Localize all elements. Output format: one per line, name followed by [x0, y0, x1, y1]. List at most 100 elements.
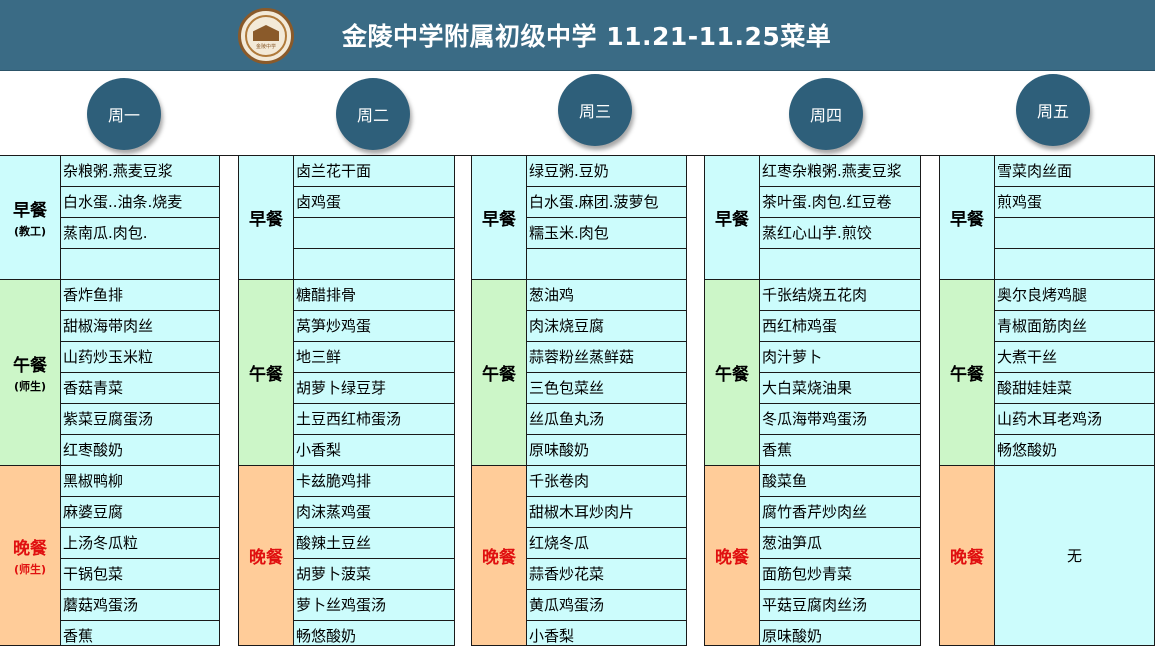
dish-cell: 千张结烧五花肉 [760, 280, 921, 311]
dish-cell: 香蕉 [760, 435, 921, 466]
dish-cell: 小香梨 [294, 435, 455, 466]
dish-cell: 小香梨 [527, 621, 687, 646]
dinner-label-cell: 晚餐 (师生) [0, 466, 61, 646]
dish-cell: 卤兰花干面 [294, 156, 455, 187]
school-logo: 金陵中学 [238, 8, 294, 64]
dish-cell: 卤鸡蛋 [294, 187, 455, 218]
breakfast-label: 早餐 [950, 210, 984, 230]
dish-cell: 葱油笋瓜 [760, 528, 921, 559]
dish-cell: 茶叶蛋.肉包.红豆卷 [760, 187, 921, 218]
lunch-label: 午餐 [950, 365, 984, 385]
lunch-sublabel: (师生) [13, 380, 47, 393]
dish-cell: 蒸南瓜.肉包. [61, 218, 220, 249]
dish-cell: 原味酸奶 [760, 621, 921, 646]
dish-cell: 土豆西红柿蛋汤 [294, 404, 455, 435]
dish-cell: 腐竹香芹炒肉丝 [760, 497, 921, 528]
lunch-label-cell: 午餐 [705, 280, 760, 466]
dish-cell: 红烧冬瓜 [527, 528, 687, 559]
lunch-label: 午餐 [482, 365, 516, 385]
dish-cell: 甜椒海带肉丝 [61, 311, 220, 342]
dish-cell: 蒜蓉粉丝蒸鲜菇 [527, 342, 687, 373]
dinner-sublabel: (师生) [13, 563, 47, 576]
lunch-label: 午餐 [249, 365, 283, 385]
dish-cell: 蒸红心山芋.煎饺 [760, 218, 921, 249]
day-header-5: 周五 [1016, 74, 1090, 146]
dish-cell: 畅悠酸奶 [995, 435, 1155, 466]
dish-cell: 甜椒木耳炒肉片 [527, 497, 687, 528]
dish-cell: 畅悠酸奶 [294, 621, 455, 646]
dish-cell: 大白菜烧油果 [760, 373, 921, 404]
dish-cell: 上汤冬瓜粒 [61, 528, 220, 559]
logo-text: 金陵中学 [255, 44, 276, 50]
dish-cell: 蘑菇鸡蛋汤 [61, 590, 220, 621]
dinner-label-cell: 晚餐 [705, 466, 760, 646]
dish-cell: 雪菜肉丝面 [995, 156, 1155, 187]
dinner-label: 晚餐 [715, 548, 749, 568]
dish-cell: 糯玉米.肉包 [527, 218, 687, 249]
dish-cell: 地三鲜 [294, 342, 455, 373]
dish-cell: 胡萝卜绿豆芽 [294, 373, 455, 404]
dish-cell: 奥尔良烤鸡腿 [995, 280, 1155, 311]
dinner-label-cell: 晚餐 [472, 466, 527, 646]
dish-cell: 三色包菜丝 [527, 373, 687, 404]
dish-cell: 卡兹脆鸡排 [294, 466, 455, 497]
breakfast-label-cell: 早餐 [940, 156, 995, 280]
breakfast-label: 早餐 [249, 210, 283, 230]
breakfast-label-cell: 早餐 [705, 156, 760, 280]
day-header-4: 周四 [789, 78, 863, 150]
dish-cell: 绿豆粥.豆奶 [527, 156, 687, 187]
dish-cell [995, 218, 1155, 249]
dinner-label-cell: 晚餐 [239, 466, 294, 646]
dish-cell: 肉沫蒸鸡蛋 [294, 497, 455, 528]
dish-cell [760, 249, 921, 280]
dish-cell: 山药木耳老鸡汤 [995, 404, 1155, 435]
dish-cell: 丝瓜鱼丸汤 [527, 404, 687, 435]
dish-cell: 杂粮粥.燕麦豆浆 [61, 156, 220, 187]
dish-cell: 青椒面筋肉丝 [995, 311, 1155, 342]
dish-cell: 葱油鸡 [527, 280, 687, 311]
dish-cell: 麻婆豆腐 [61, 497, 220, 528]
dish-cell: 酸辣土豆丝 [294, 528, 455, 559]
dish-cell: 蒜香炒花菜 [527, 559, 687, 590]
dish-cell: 煎鸡蛋 [995, 187, 1155, 218]
dinner-label: 晚餐 [13, 539, 47, 559]
header-banner: 金陵中学 金陵中学附属初级中学 11.21-11.25菜单 [0, 0, 1155, 71]
dish-cell [527, 249, 687, 280]
dish-cell: 红枣杂粮粥.燕麦豆浆 [760, 156, 921, 187]
dish-cell: 千张卷肉 [527, 466, 687, 497]
dish-cell: 香蕉 [61, 621, 220, 646]
dish-cell: 酸甜娃娃菜 [995, 373, 1155, 404]
day-header-2: 周二 [336, 78, 410, 150]
lunch-label: 午餐 [715, 365, 749, 385]
dish-cell: 糖醋排骨 [294, 280, 455, 311]
dish-cell: 冬瓜海带鸡蛋汤 [760, 404, 921, 435]
day-header-1: 周一 [87, 78, 161, 150]
dish-cell: 紫菜豆腐蛋汤 [61, 404, 220, 435]
dish-cell: 原味酸奶 [527, 435, 687, 466]
breakfast-label: 早餐 [715, 210, 749, 230]
dish-cell: 山药炒玉米粒 [61, 342, 220, 373]
dish-cell: 大煮干丝 [995, 342, 1155, 373]
lunch-label-cell: 午餐 (师生) [0, 280, 61, 466]
dinner-label: 晚餐 [482, 548, 516, 568]
breakfast-label-cell: 早餐 [239, 156, 294, 280]
dish-cell: 干锅包菜 [61, 559, 220, 590]
dish-cell: 肉沫烧豆腐 [527, 311, 687, 342]
dish-cell: 平菇豆腐肉丝汤 [760, 590, 921, 621]
dish-cell: 西红柿鸡蛋 [760, 311, 921, 342]
dish-cell [294, 249, 455, 280]
dish-cell: 肉汁萝卜 [760, 342, 921, 373]
day-header-3: 周三 [558, 74, 632, 146]
dish-cell: 香菇青菜 [61, 373, 220, 404]
dish-cell: 面筋包炒青菜 [760, 559, 921, 590]
lunch-label-cell: 午餐 [472, 280, 527, 466]
breakfast-label: 早餐 [13, 201, 47, 221]
lunch-label-cell: 午餐 [239, 280, 294, 466]
page-title: 金陵中学附属初级中学 11.21-11.25菜单 [342, 22, 832, 51]
dish-cell: 黄瓜鸡蛋汤 [527, 590, 687, 621]
dish-cell: 红枣酸奶 [61, 435, 220, 466]
dinner-label: 晚餐 [950, 548, 984, 568]
lunch-label-cell: 午餐 [940, 280, 995, 466]
dish-cell: 莴笋炒鸡蛋 [294, 311, 455, 342]
dinner-label: 晚餐 [249, 548, 283, 568]
